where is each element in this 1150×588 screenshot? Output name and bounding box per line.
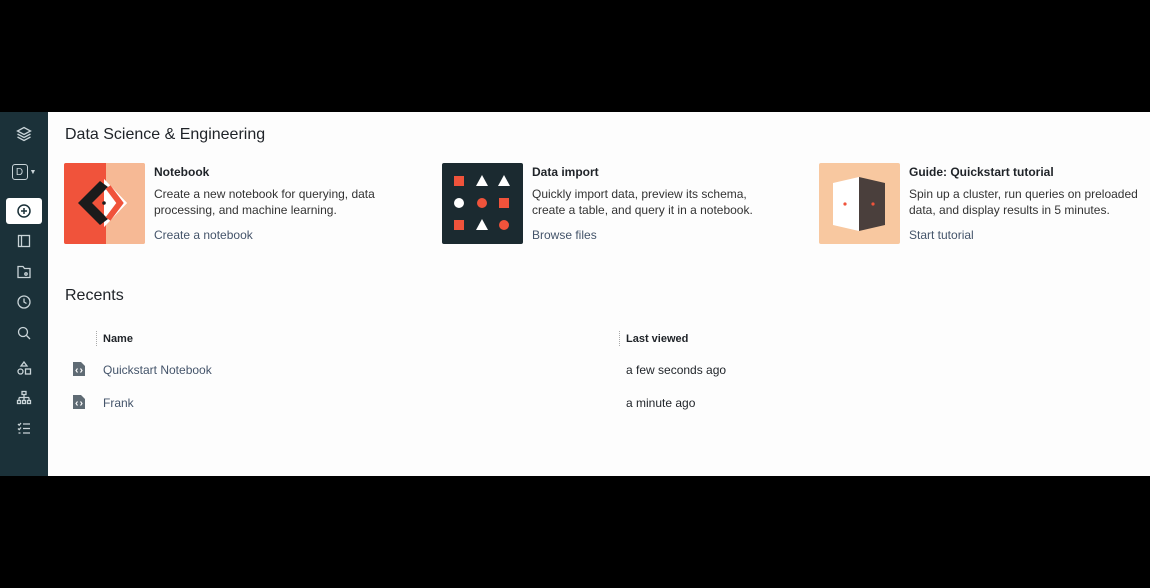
data-nav-button[interactable] [6, 355, 42, 381]
column-divider[interactable] [96, 331, 97, 346]
jobs-nav-button[interactable] [6, 415, 42, 441]
book-icon [17, 234, 31, 248]
checklist-icon [17, 422, 30, 434]
page-title: Data Science & Engineering [65, 126, 266, 143]
notebook-card[interactable]: Notebook Create a new notebook for query… [64, 163, 424, 245]
app-window: D ▼ Data Science & Engineering Notebook … [0, 112, 1150, 476]
card-title: Guide: Quickstart tutorial [909, 165, 1054, 179]
browse-files-link[interactable]: Browse files [532, 228, 597, 242]
recent-item-name[interactable]: Frank [103, 396, 134, 410]
search-nav-button[interactable] [6, 320, 42, 346]
recents-title: Recents [65, 287, 124, 304]
data-import-card[interactable]: Data import Quickly import data, preview… [442, 163, 802, 245]
search-icon [17, 326, 31, 340]
folder-icon [17, 265, 31, 279]
new-button[interactable] [6, 198, 42, 224]
recent-item-name[interactable]: Quickstart Notebook [103, 363, 212, 377]
plus-circle-icon [17, 204, 31, 218]
card-title: Notebook [154, 165, 210, 179]
chevron-down-icon: ▼ [29, 168, 37, 176]
shapes-icon [17, 360, 32, 375]
table-row[interactable]: Frank a minute ago [72, 392, 1122, 414]
table-row[interactable]: Quickstart Notebook a few seconds ago [72, 359, 1122, 381]
name-column-header[interactable]: Name [103, 333, 133, 345]
data-import-illustration [442, 163, 523, 244]
sidebar: D ▼ [0, 112, 48, 476]
start-tutorial-link[interactable]: Start tutorial [909, 228, 974, 242]
recent-item-time: a minute ago [626, 396, 696, 410]
layers-icon[interactable] [6, 121, 42, 147]
compute-nav-button[interactable] [6, 385, 42, 411]
column-divider[interactable] [619, 331, 620, 346]
quickstart-guide-card[interactable]: Guide: Quickstart tutorial Spin up a clu… [819, 163, 1149, 245]
notebook-illustration [64, 163, 145, 244]
clock-icon [17, 295, 31, 309]
workspace-badge-icon: D [11, 164, 28, 180]
card-title: Data import [532, 165, 599, 179]
last-viewed-column-header[interactable]: Last viewed [626, 333, 688, 345]
workspace-nav-button[interactable] [6, 228, 42, 254]
main-content: Data Science & Engineering Notebook Crea… [48, 112, 1150, 476]
card-description: Quickly import data, preview its schema,… [532, 187, 753, 217]
guide-illustration [819, 163, 900, 244]
card-description: Create a new notebook for querying, data… [154, 187, 375, 217]
notebook-file-icon [73, 362, 85, 376]
card-description: Spin up a cluster, run queries on preloa… [909, 187, 1138, 217]
workspace-switcher[interactable]: D ▼ [6, 159, 42, 185]
recent-item-time: a few seconds ago [626, 363, 727, 377]
repos-nav-button[interactable] [6, 259, 42, 285]
create-notebook-link[interactable]: Create a notebook [154, 228, 253, 242]
notebook-file-icon [73, 395, 85, 409]
hierarchy-icon [16, 390, 32, 405]
recents-nav-button[interactable] [6, 289, 42, 315]
